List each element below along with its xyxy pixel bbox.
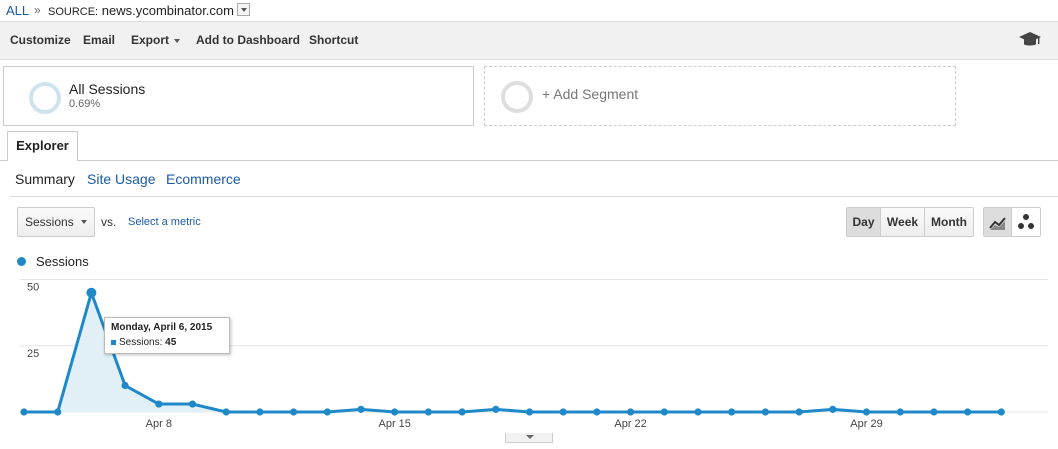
data-point <box>559 408 567 416</box>
report-toolbar: Customize Email Export Add to Dashboard … <box>0 21 1058 60</box>
data-point <box>121 381 129 390</box>
data-point <box>290 408 298 416</box>
chevron-down-icon <box>174 38 181 43</box>
breadcrumb-all-link[interactable]: ALL <box>6 0 29 21</box>
vs-label: vs. <box>101 215 117 229</box>
data-point <box>188 400 197 408</box>
y-tick-label: 50 <box>27 282 39 294</box>
source-value: news.ycombinator.com <box>101 3 234 18</box>
data-point <box>761 408 770 416</box>
segment-all-sessions[interactable]: All Sessions 0.69% <box>3 66 474 126</box>
chart-tooltip: Monday, April 6, 2015 Sessions: 45 <box>104 317 230 354</box>
data-point <box>20 408 28 416</box>
export-label: Export <box>131 33 170 47</box>
source-label: SOURCE: <box>48 6 99 18</box>
data-point <box>391 408 399 416</box>
data-point <box>525 408 534 416</box>
data-point <box>795 408 803 416</box>
x-tick-label: Apr 8 <box>146 418 172 430</box>
legend-label: Sessions <box>36 254 89 269</box>
x-tick-label: Apr 29 <box>850 418 882 430</box>
data-point <box>997 408 1005 416</box>
email-button[interactable]: Email <box>83 33 115 47</box>
week-button[interactable]: Week <box>880 208 924 236</box>
data-point <box>964 408 972 416</box>
export-button[interactable]: Export <box>131 33 181 47</box>
graduation-cap-icon[interactable] <box>1019 32 1041 48</box>
add-segment-button[interactable]: + Add Segment <box>484 66 956 126</box>
segment-ring-icon <box>29 82 61 114</box>
day-button[interactable]: Day <box>847 208 880 236</box>
data-point <box>458 408 466 416</box>
data-point <box>829 405 837 413</box>
x-tick-label: Apr 22 <box>614 418 646 430</box>
subtab-site-usage[interactable]: Site Usage <box>87 171 155 187</box>
tooltip-metric: Sessions: <box>119 337 163 348</box>
line-chart-button[interactable] <box>984 208 1012 236</box>
tab-explorer[interactable]: Explorer <box>7 131 78 161</box>
data-point <box>930 408 938 416</box>
chart-type-group <box>983 207 1041 237</box>
tooltip-date: Monday, April 6, 2015 <box>111 322 213 333</box>
tooltip-sessions: Sessions: 45 <box>111 337 176 348</box>
select-metric-link[interactable]: Select a metric <box>128 216 201 228</box>
date-granularity-group: Day Week Month <box>846 207 974 237</box>
data-point <box>492 405 500 413</box>
add-to-dashboard-button[interactable]: Add to Dashboard <box>196 33 300 47</box>
data-point <box>54 408 62 416</box>
bubble-chart-icon <box>1018 214 1034 229</box>
breadcrumb: ALL » SOURCE: news.ycombinator.com <box>0 0 1058 21</box>
data-point <box>357 405 365 413</box>
data-point <box>424 408 432 416</box>
customize-button[interactable]: Customize <box>10 33 71 47</box>
subtab-ecommerce[interactable]: Ecommerce <box>166 171 241 187</box>
subtab-summary[interactable]: Summary <box>15 171 75 187</box>
motion-chart-button[interactable] <box>1012 208 1040 236</box>
data-point <box>256 408 264 416</box>
line-chart-icon <box>989 217 1006 230</box>
data-point <box>593 408 601 416</box>
chart-expander-handle[interactable] <box>505 433 553 443</box>
shortcut-button[interactable]: Shortcut <box>309 33 358 47</box>
data-point <box>627 408 635 416</box>
data-point <box>660 408 668 416</box>
tab-divider <box>0 160 1058 161</box>
month-button[interactable]: Month <box>924 208 973 236</box>
y-tick-label: 25 <box>27 348 39 360</box>
metric-select[interactable]: Sessions <box>17 207 95 237</box>
data-point <box>896 408 904 416</box>
segment-percent: 0.69% <box>69 98 101 110</box>
x-tick-label: Apr 15 <box>378 418 410 430</box>
divider <box>10 196 1058 197</box>
data-point <box>86 287 97 298</box>
legend-dot <box>17 257 26 266</box>
data-point <box>862 408 871 416</box>
data-point <box>694 408 702 416</box>
breadcrumb-separator: » <box>34 3 41 17</box>
data-point <box>323 408 331 416</box>
data-point <box>728 408 736 416</box>
segment-ring-icon <box>501 81 533 113</box>
source-dropdown-button[interactable] <box>237 3 250 16</box>
series-square-icon <box>111 339 116 345</box>
add-segment-label: + Add Segment <box>542 86 639 102</box>
data-point <box>155 400 163 408</box>
segment-name: All Sessions <box>69 81 146 97</box>
tooltip-value: 45 <box>165 337 177 348</box>
breadcrumb-source: SOURCE: news.ycombinator.com <box>48 0 234 23</box>
data-point <box>222 408 230 416</box>
